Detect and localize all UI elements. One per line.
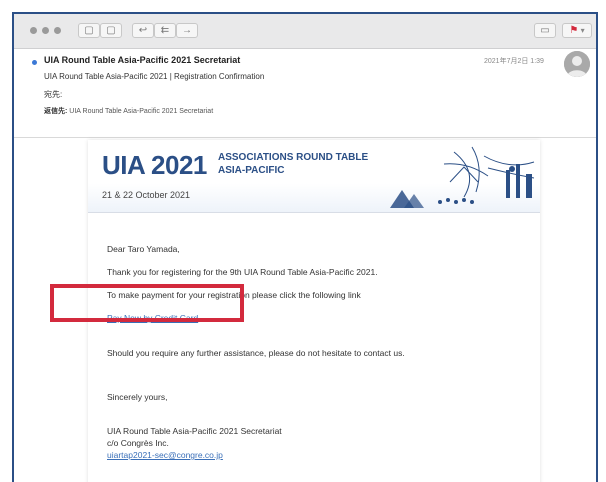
avatar <box>564 51 590 77</box>
event-banner: UIA 2021 ASSOCIATIONS ROUND TABLE ASIA-P… <box>88 140 540 213</box>
delete-button[interactable]: ▢ <box>100 23 122 38</box>
greeting: Dear Taro Yamada, <box>107 244 180 254</box>
event-title-line1: ASSOCIATIONS ROUND TABLE <box>218 152 369 163</box>
unread-dot-icon <box>32 60 37 65</box>
message-subject: UIA Round Table Asia-Pacific 2021 | Regi… <box>44 72 265 81</box>
assistance-line: Should you require any further assistanc… <box>107 348 405 358</box>
event-dates: 21 & 22 October 2021 <box>102 190 191 200</box>
reply-to-label: 返信先: <box>44 108 68 115</box>
window-close-button[interactable] <box>30 27 37 34</box>
thank-you-line: Thank you for registering for the 9th UI… <box>107 267 378 277</box>
skyline-illustration <box>390 146 535 208</box>
window-minimize-button[interactable] <box>42 27 49 34</box>
signature-line2: c/o Congrès Inc. <box>107 438 169 448</box>
reply-all-button[interactable]: ⇇ <box>154 23 176 38</box>
archive-button[interactable]: ▢ <box>78 23 100 38</box>
signature-email-link[interactable]: uiartap2021-sec@congre.co.jp <box>107 450 223 460</box>
reply-all-icon: ⇇ <box>160 25 170 36</box>
event-title-line2: ASIA-PACIFIC <box>218 165 285 176</box>
forward-icon: → <box>182 25 192 36</box>
reply-button[interactable]: ↩ <box>132 23 154 38</box>
window-zoom-button[interactable] <box>54 27 61 34</box>
to-label: 宛先: <box>44 90 63 99</box>
printer-icon: ▭ <box>540 25 550 36</box>
flag-button[interactable]: ⚑ ▾ <box>562 23 592 38</box>
sender-name[interactable]: UIA Round Table Asia-Pacific 2021 Secret… <box>44 55 240 65</box>
message-header: UIA Round Table Asia-Pacific 2021 Secret… <box>14 49 596 138</box>
mail-toolbar: ▢ ▢ ↩ ⇇ → ▭ ⚑ ▾ <box>14 14 596 49</box>
flag-icon: ⚑ <box>569 25 579 36</box>
mail-window: ▢ ▢ ↩ ⇇ → ▭ ⚑ ▾ UIA Round Table Asia-Pac… <box>12 12 598 482</box>
closing: Sincerely yours, <box>107 392 168 402</box>
brand-logo: UIA 2021 <box>102 150 207 180</box>
reply-icon: ↩ <box>138 25 148 36</box>
chevron-down-icon: ▾ <box>578 26 585 35</box>
signature-line1: UIA Round Table Asia-Pacific 2021 Secret… <box>107 426 282 436</box>
highlight-box <box>50 284 244 322</box>
message-date: 2021年7月2日 1:39 <box>484 58 544 65</box>
reply-to-row: 返信先: UIA Round Table Asia-Pacific 2021 S… <box>44 106 213 116</box>
person-icon <box>564 51 590 77</box>
forward-button[interactable]: → <box>176 23 198 38</box>
reply-to-value[interactable]: UIA Round Table Asia-Pacific 2021 Secret… <box>69 108 213 115</box>
print-button[interactable]: ▭ <box>534 23 556 38</box>
